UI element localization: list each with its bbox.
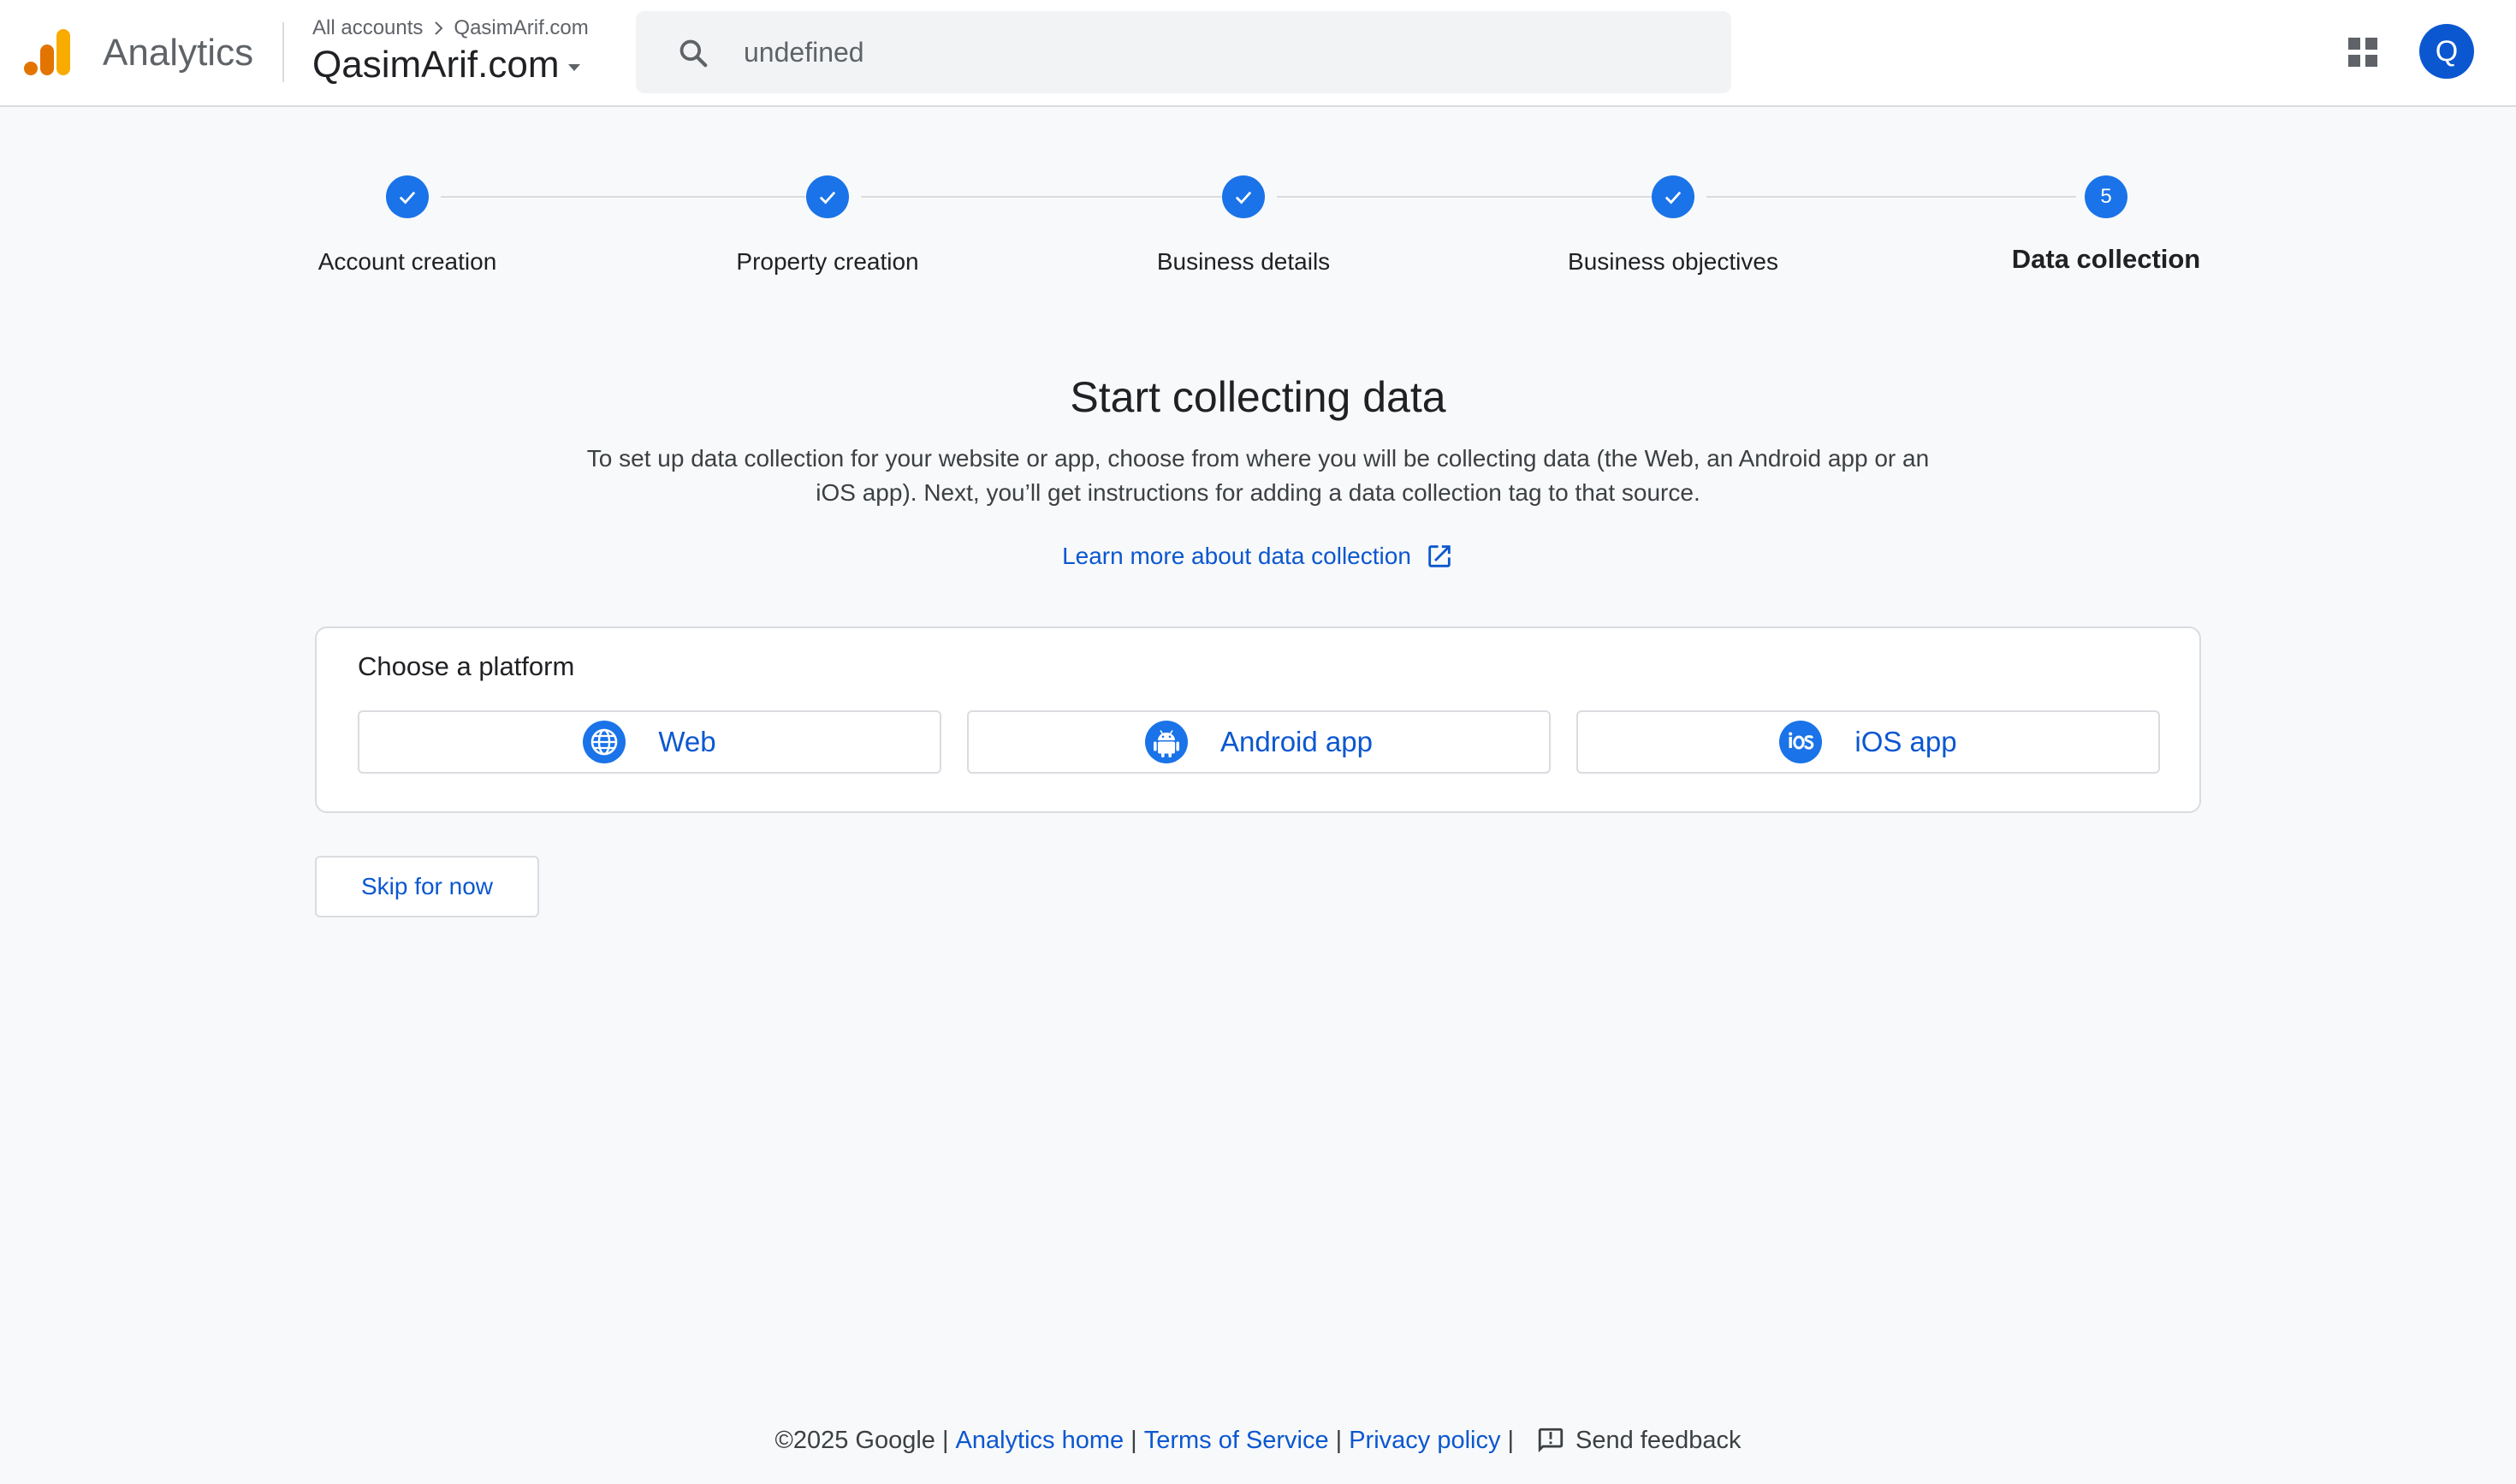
check-icon bbox=[819, 191, 836, 205]
page-description: To set up data collection for your websi… bbox=[586, 445, 1930, 506]
account-name: QasimArif.com bbox=[312, 44, 560, 86]
footer-separator: | bbox=[1507, 1426, 1515, 1454]
breadcrumb: All accounts QasimArif.com bbox=[312, 15, 589, 41]
ios-platform-button[interactable]: iOS app bbox=[1576, 710, 2160, 774]
send-feedback-button[interactable]: Send feedback bbox=[1536, 1426, 1742, 1455]
feedback-icon bbox=[1538, 1428, 1564, 1453]
footer: ©2025 Google | Analytics home | Terms of… bbox=[0, 1421, 2516, 1460]
step-4-indicator bbox=[1652, 175, 1694, 218]
footer-analytics-home-link[interactable]: Analytics home bbox=[955, 1427, 1124, 1455]
open-in-new-icon bbox=[1428, 545, 1451, 567]
search-bar[interactable]: undefined bbox=[636, 11, 1731, 93]
check-icon bbox=[1235, 191, 1252, 205]
search-icon[interactable] bbox=[677, 37, 709, 69]
footer-separator: | bbox=[1335, 1426, 1343, 1454]
web-platform-button[interactable]: Web bbox=[358, 710, 941, 774]
step-5-label: Data collection bbox=[2011, 244, 2201, 274]
step-3-label: Business details bbox=[1156, 248, 1331, 275]
breadcrumb-current[interactable]: QasimArif.com bbox=[454, 16, 588, 40]
android-platform-label: Android app bbox=[1220, 726, 1373, 757]
web-platform-label: Web bbox=[658, 726, 716, 757]
step-4-label: Business objectives bbox=[1568, 248, 1778, 275]
step-2-label: Property creation bbox=[736, 248, 919, 275]
top-app-bar: Analytics All accounts QasimArif.com Qas… bbox=[0, 0, 2516, 107]
step-1-indicator bbox=[386, 175, 429, 218]
step-connector bbox=[861, 196, 1222, 198]
choose-platform-card: Choose a platform Web Android app iOS ap… bbox=[315, 626, 2201, 813]
page-title: Start collecting data bbox=[1070, 373, 1446, 421]
step-5-indicator: 5 bbox=[2085, 175, 2127, 218]
globe-icon bbox=[583, 721, 626, 763]
step-1-label: Account creation bbox=[317, 248, 497, 275]
check-icon bbox=[399, 191, 416, 205]
search-input[interactable]: undefined bbox=[744, 11, 864, 93]
analytics-logo[interactable] bbox=[24, 27, 72, 77]
footer-terms-link[interactable]: Terms of Service bbox=[1144, 1427, 1329, 1455]
footer-copyright: ©2025 Google bbox=[774, 1426, 935, 1454]
step-connector bbox=[1706, 196, 2076, 198]
step-2-indicator bbox=[806, 175, 849, 218]
android-platform-button[interactable]: Android app bbox=[967, 710, 1551, 774]
ios-icon bbox=[1779, 721, 1823, 763]
learn-more-row: Learn more about data collection bbox=[0, 537, 2516, 575]
breadcrumb-all-accounts[interactable]: All accounts bbox=[312, 16, 423, 40]
platform-card-title: Choose a platform bbox=[358, 651, 575, 681]
product-name: Analytics bbox=[103, 32, 254, 74]
footer-separator: | bbox=[941, 1426, 949, 1454]
ios-platform-label: iOS app bbox=[1854, 726, 1957, 757]
skip-for-now-button[interactable]: Skip for now bbox=[315, 856, 539, 917]
step-3-indicator bbox=[1222, 175, 1265, 218]
android-icon bbox=[1145, 721, 1188, 763]
step-connector bbox=[1277, 196, 1652, 198]
account-avatar[interactable]: Q bbox=[2419, 24, 2474, 79]
footer-separator: | bbox=[1130, 1426, 1137, 1454]
footer-privacy-link[interactable]: Privacy policy bbox=[1349, 1427, 1500, 1455]
apps-grid-icon[interactable] bbox=[2347, 36, 2379, 68]
check-icon bbox=[1664, 191, 1682, 205]
dropdown-arrow-icon bbox=[568, 64, 581, 71]
learn-more-link[interactable]: Learn more about data collection bbox=[1062, 542, 1454, 571]
chevron-right-icon bbox=[435, 21, 443, 35]
learn-more-label: Learn more about data collection bbox=[1062, 543, 1411, 569]
account-switcher[interactable]: QasimArif.com bbox=[312, 41, 584, 89]
send-feedback-label: Send feedback bbox=[1575, 1426, 1742, 1454]
header-divider bbox=[282, 22, 284, 82]
step-connector bbox=[441, 196, 806, 198]
